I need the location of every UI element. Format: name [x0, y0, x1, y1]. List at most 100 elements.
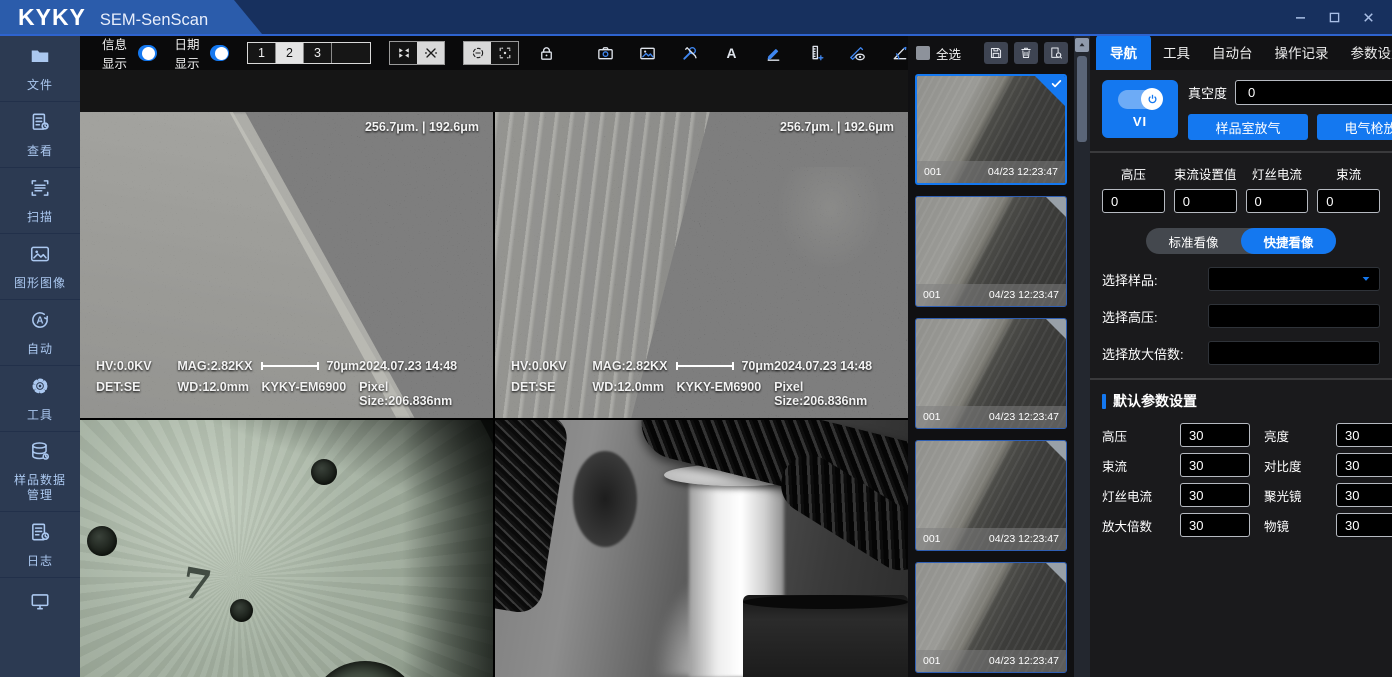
vi-toggle[interactable]	[1118, 90, 1162, 109]
sidebar-item-label: 日志	[27, 554, 53, 569]
field-label: 选择放大倍数:	[1102, 344, 1200, 363]
preview-images-button[interactable]	[1044, 42, 1068, 64]
sidebar-item-partial[interactable]	[0, 578, 80, 677]
thumbnail-item[interactable]: 00104/23 12:23:47	[915, 196, 1067, 307]
section-accent-bar	[1102, 394, 1106, 409]
default-filament-input[interactable]	[1180, 483, 1250, 507]
beam-readouts: 高压束流设置值灯丝电流束流	[1102, 164, 1380, 213]
select-sample-dropdown[interactable]	[1208, 267, 1380, 291]
tab-tools[interactable]: 工具	[1153, 35, 1200, 70]
sidebar-item-sample-data[interactable]: 样品数据管理	[0, 432, 80, 512]
default-contrast-input[interactable]	[1336, 453, 1392, 477]
thumbnail-item[interactable]: 00104/23 12:23:47	[915, 440, 1067, 551]
select-magnification-dropdown[interactable]	[1208, 341, 1380, 365]
detector-readout: DET:SE	[511, 380, 592, 408]
text-button[interactable]: A	[718, 40, 744, 66]
save-images-button[interactable]	[984, 42, 1008, 64]
thumbnail-id: 001	[924, 166, 942, 178]
toggle-label: 信息显示	[102, 34, 130, 72]
sem-image-1[interactable]: 256.7μm. | 192.6μm HV:0.0KV MAG:2.82KX 7…	[80, 112, 493, 418]
default-magnification-input[interactable]	[1180, 513, 1250, 537]
minimize-button[interactable]	[1290, 7, 1310, 27]
svg-text:A: A	[36, 315, 43, 326]
hv-readout-field: 高压	[1102, 164, 1165, 213]
image-icon	[29, 243, 51, 270]
beam-input[interactable]	[1317, 189, 1380, 213]
tab-auto-stage[interactable]: 自动台	[1202, 35, 1263, 70]
collage-button[interactable]	[390, 42, 417, 64]
fov-size-label: 256.7μm. | 192.6μm	[365, 120, 479, 134]
hv-input[interactable]	[1102, 189, 1165, 213]
field-label: 灯丝电流	[1252, 164, 1302, 183]
switch-on-icon[interactable]	[210, 45, 229, 61]
delete-images-button[interactable]	[1014, 42, 1038, 64]
lock-button[interactable]	[537, 40, 556, 66]
sem-image-2[interactable]: 256.7μm. | 192.6μm HV:0.0KV MAG:2.82KX 7…	[495, 112, 908, 418]
date-display-toggle[interactable]: 日期显示	[175, 34, 230, 72]
image-tool-button[interactable]	[634, 40, 660, 66]
default-objective-input[interactable]	[1336, 513, 1392, 537]
default-hv-input[interactable]	[1180, 423, 1250, 447]
vent-chamber-button[interactable]: 样品室放气	[1188, 114, 1308, 140]
filament-input[interactable]	[1246, 189, 1309, 213]
vignette-overlay	[80, 420, 493, 677]
info-display-toggle[interactable]: 信息显示	[102, 34, 157, 72]
dashed-circle-button[interactable]	[464, 42, 491, 64]
tab-parameter-settings[interactable]: 参数设置	[1341, 35, 1392, 70]
thumbnail-item[interactable]: 00104/23 12:23:47	[915, 318, 1067, 429]
chamber-camera-stage-view[interactable]: 6 7 4	[80, 420, 493, 677]
view-segment-3[interactable]: 3	[304, 43, 332, 63]
check-icon	[1050, 77, 1063, 95]
standard-imaging-button[interactable]: 标准看像	[1146, 228, 1241, 254]
maximize-button[interactable]	[1324, 7, 1344, 27]
beam-set-input[interactable]	[1174, 189, 1237, 213]
sidebar-item-graphics[interactable]: 图形图像	[0, 234, 80, 300]
sidebar-item-auto[interactable]: A自动	[0, 300, 80, 366]
sidebar-item-log[interactable]: 日志	[0, 512, 80, 578]
scale-bar	[676, 365, 734, 367]
view-segment-empty[interactable]	[332, 43, 370, 63]
sidebar-item-view[interactable]: 查看	[0, 102, 80, 168]
hv-readout: HV:0.0KV	[511, 359, 592, 373]
tab-operation-log[interactable]: 操作记录	[1265, 35, 1339, 70]
thumbnail-item[interactable]: 00104/23 12:23:47	[915, 562, 1067, 673]
sidebar-item-tools[interactable]: 工具	[0, 366, 80, 432]
default-brightness-input[interactable]	[1336, 423, 1392, 447]
vent-gun-button[interactable]: 电气枪放气	[1317, 114, 1392, 140]
select-magnification-row: 选择放大倍数:	[1102, 341, 1380, 365]
focus-button[interactable]	[491, 42, 518, 64]
pattern-button[interactable]	[417, 42, 444, 64]
scroll-up-button[interactable]	[1075, 38, 1089, 52]
vi-vacuum-button[interactable]: VI	[1102, 80, 1178, 138]
thumbnail-scrollbar[interactable]	[1074, 36, 1090, 677]
default-magnification-label: 放大倍数	[1102, 516, 1166, 535]
switch-on-icon[interactable]	[138, 45, 157, 61]
vacuum-label: 真空度	[1188, 83, 1227, 102]
toggle-label: 日期显示	[175, 34, 203, 72]
camera-button[interactable]	[592, 40, 618, 66]
sidebar-item-files[interactable]: 文件	[0, 36, 80, 102]
close-button[interactable]	[1358, 7, 1378, 27]
measure-eye-button[interactable]	[844, 40, 870, 66]
view-segment-2[interactable]: 2	[276, 43, 304, 63]
select-all-checkbox[interactable]	[916, 46, 930, 60]
thumbnail-item[interactable]: 00104/23 12:23:47	[915, 74, 1067, 185]
svg-text:A: A	[726, 46, 736, 61]
quick-imaging-button[interactable]: 快捷看像	[1241, 228, 1336, 254]
thumbnail-caption: 00104/23 12:23:47	[916, 284, 1066, 306]
scrollbar-thumb[interactable]	[1077, 56, 1087, 142]
chamber-camera-column-view[interactable]	[495, 420, 908, 677]
select-all-label: 全选	[936, 44, 961, 63]
pen-button[interactable]	[760, 40, 786, 66]
select-hv-dropdown[interactable]	[1208, 304, 1380, 328]
select-sample-row: 选择样品:	[1102, 267, 1380, 291]
repair-tools-button[interactable]	[676, 40, 702, 66]
tab-navigation[interactable]: 导航	[1096, 35, 1151, 70]
view-segment-1[interactable]: 1	[248, 43, 276, 63]
ruler-button[interactable]	[802, 40, 828, 66]
sidebar-item-scan[interactable]: 扫描	[0, 168, 80, 234]
sidebar-item-label: 工具	[27, 408, 53, 423]
default-condenser-input[interactable]	[1336, 483, 1392, 507]
default-beam-input[interactable]	[1180, 453, 1250, 477]
vacuum-value-input[interactable]	[1235, 80, 1392, 105]
